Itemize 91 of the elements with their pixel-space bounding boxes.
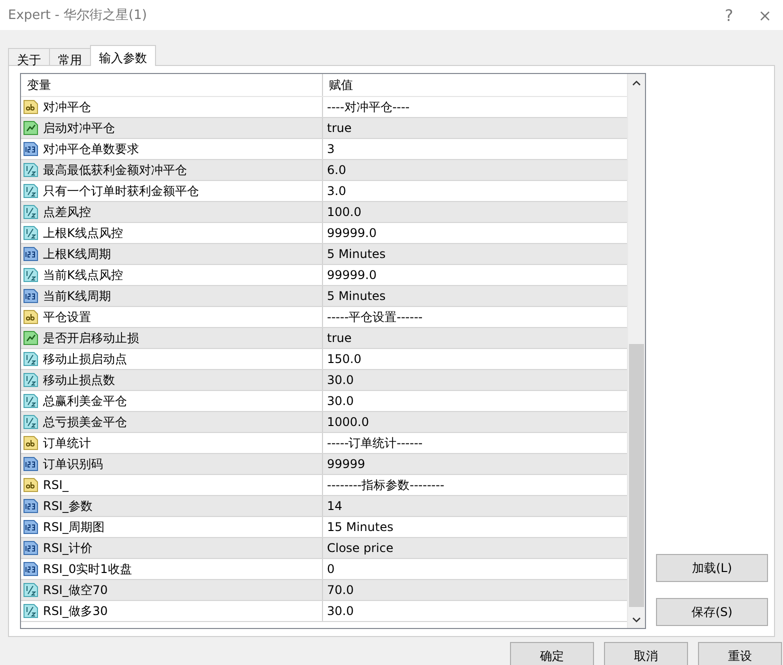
parameter-value: --------指标参数-------- — [327, 476, 444, 494]
parameter-value: 99999.0 — [327, 268, 377, 282]
parameter-name: 移动止损点数 — [43, 372, 115, 388]
fraction-type-icon — [23, 225, 39, 241]
fraction-type-icon — [23, 162, 39, 178]
parameter-value: 99999 — [327, 457, 366, 471]
parameter-name: 当前K线周期 — [43, 288, 111, 304]
dialog-button[interactable]: 确定 — [510, 642, 594, 665]
text-type-icon — [23, 435, 39, 451]
fraction-type-icon — [23, 603, 39, 619]
parameter-value: -----平仓设置------ — [327, 308, 423, 326]
column-header: 变量 — [21, 74, 323, 96]
help-button[interactable]: ? — [711, 0, 747, 30]
parameter-name: RSI_周期图 — [43, 518, 104, 536]
integer-type-icon — [23, 519, 39, 535]
toggle-type-icon — [23, 330, 39, 346]
integer-type-icon — [23, 141, 39, 157]
fraction-type-icon — [23, 183, 39, 199]
integer-type-icon — [23, 498, 39, 514]
parameter-value: 3.0 — [327, 184, 346, 198]
parameter-name: 对冲平仓单数要求 — [43, 140, 139, 158]
parameter-value: 14 — [327, 499, 342, 513]
tab[interactable]: 关于 — [8, 48, 50, 65]
parameter-name: 订单统计 — [43, 434, 91, 452]
scrollbar-thumb[interactable] — [629, 344, 644, 607]
parameter-value: 0 — [327, 562, 335, 576]
parameter-value: 6.0 — [327, 163, 346, 177]
column-header: 赋值 — [328, 76, 354, 94]
window-title: Expert - 华尔街之星(1) — [8, 7, 148, 24]
parameter-name: 最高最低获利金额对冲平仓 — [43, 162, 187, 178]
parameter-value: 5 Minutes — [327, 247, 386, 261]
text-type-icon — [23, 309, 39, 325]
parameter-value: 30.0 — [327, 394, 354, 408]
parameter-name: 上根K线周期 — [43, 246, 111, 262]
parameter-value: 5 Minutes — [327, 289, 386, 303]
parameter-name: 当前K线点风控 — [43, 266, 123, 284]
integer-type-icon — [23, 561, 39, 577]
parameter-name: 点差风控 — [43, 204, 91, 220]
integer-type-icon — [23, 246, 39, 262]
parameter-name: RSI_做空70 — [43, 582, 108, 598]
fraction-type-icon — [23, 204, 39, 220]
parameter-name: RSI_ — [43, 478, 68, 492]
parameter-value: 99999.0 — [327, 226, 377, 240]
side-button[interactable]: 保存(S) — [656, 598, 768, 626]
scroll-down-icon[interactable] — [632, 616, 641, 622]
parameter-value: Close price — [327, 541, 394, 555]
parameter-name: 是否开启移动止损 — [43, 330, 139, 346]
parameter-value: 100.0 — [327, 205, 362, 219]
parameter-value: 15 Minutes — [327, 520, 394, 534]
integer-type-icon — [23, 540, 39, 556]
parameter-name: 上根K线点风控 — [43, 224, 123, 242]
parameter-value: true — [327, 331, 352, 345]
fraction-type-icon — [23, 267, 39, 283]
tab[interactable]: 输入参数 — [90, 45, 156, 66]
parameter-value: 30.0 — [327, 604, 354, 618]
text-type-icon — [23, 477, 39, 493]
fraction-type-icon — [23, 351, 39, 367]
parameter-name: 启动对冲平仓 — [43, 120, 115, 136]
parameter-value: 1000.0 — [327, 415, 369, 429]
parameter-name: 总亏损美金平仓 — [43, 414, 127, 430]
fraction-type-icon — [23, 393, 39, 409]
tab[interactable]: 常用 — [49, 48, 91, 65]
side-button[interactable]: 加载(L) — [656, 554, 768, 582]
parameter-name: RSI_计价 — [43, 540, 92, 556]
parameter-name: 只有一个订单时获利金额平仓 — [43, 182, 199, 200]
parameter-name: 总赢利美金平仓 — [43, 392, 127, 410]
close-button[interactable]: × — [747, 0, 783, 30]
parameter-name: 平仓设置 — [43, 308, 91, 326]
fraction-type-icon — [23, 414, 39, 430]
parameter-value: 3 — [327, 142, 335, 156]
parameter-name: 订单识别码 — [43, 456, 103, 472]
text-type-icon — [23, 99, 39, 115]
fraction-type-icon — [23, 582, 39, 598]
parameter-name: 移动止损启动点 — [43, 350, 127, 368]
integer-type-icon — [23, 288, 39, 304]
parameter-name: RSI_做多30 — [43, 602, 108, 620]
fraction-type-icon — [23, 372, 39, 388]
parameter-value: 70.0 — [327, 583, 354, 597]
parameter-value: ----对冲平仓---- — [327, 98, 410, 116]
parameter-name: RSI_0实时1收盘 — [43, 560, 132, 578]
integer-type-icon — [23, 456, 39, 472]
parameter-value: -----订单统计------ — [327, 434, 423, 452]
parameter-value: true — [327, 121, 352, 135]
toggle-type-icon — [23, 120, 39, 136]
dialog-button[interactable]: 重设 — [698, 642, 782, 665]
parameter-value: 150.0 — [327, 352, 362, 366]
parameter-value: 30.0 — [327, 373, 354, 387]
parameter-name: 对冲平仓 — [43, 98, 91, 116]
scroll-up-icon[interactable] — [632, 80, 641, 86]
dialog-button[interactable]: 取消 — [604, 642, 688, 665]
parameter-name: RSI_参数 — [43, 498, 92, 514]
